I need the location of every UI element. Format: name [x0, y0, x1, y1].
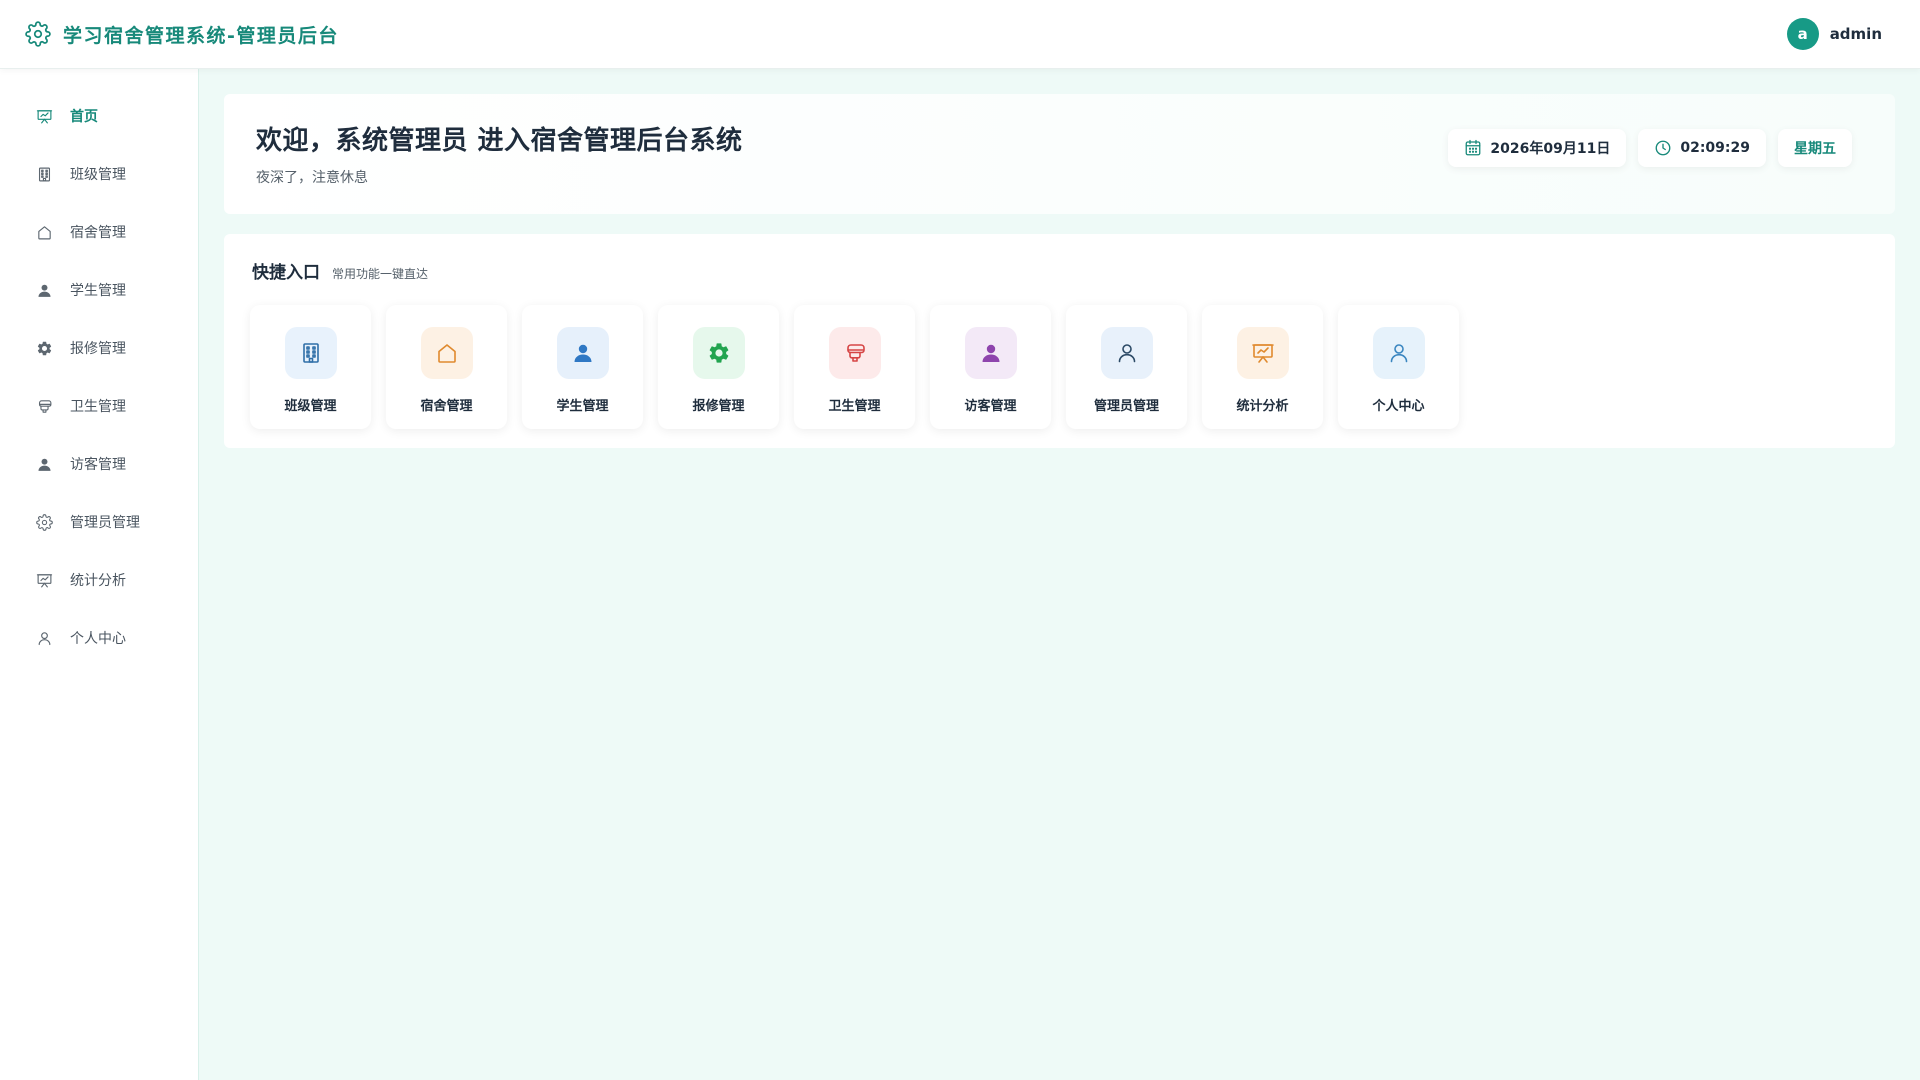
calendar-icon [1464, 139, 1482, 157]
quick-tile[interactable]: 报修管理 [658, 305, 779, 429]
quick-tile[interactable]: 个人中心 [1338, 305, 1459, 429]
quick-tile-label: 学生管理 [556, 399, 609, 414]
sidebar-item-label: 宿舍管理 [70, 225, 126, 241]
time-text: 02:09:29 [1680, 140, 1750, 156]
user-menu[interactable]: a admin [1786, 18, 1895, 50]
user-outline-icon [34, 628, 54, 648]
weekday-chip: 星期五 [1778, 129, 1852, 167]
sidebar-item-label: 首页 [70, 109, 98, 125]
sidebar-item[interactable]: 报修管理 [0, 319, 198, 377]
clock-icon [1654, 139, 1672, 157]
quick-tile[interactable]: 统计分析 [1202, 305, 1323, 429]
app-title: 学习宿舍管理系统-管理员后台 [63, 24, 339, 47]
sidebar-item-label: 统计分析 [70, 573, 126, 589]
user-solid-icon [556, 327, 609, 379]
quick-tile-label: 宿舍管理 [420, 399, 473, 414]
quick-tile[interactable]: 宿舍管理 [386, 305, 507, 429]
sidebar-item-label: 个人中心 [70, 631, 126, 647]
user-solid-icon [34, 280, 54, 300]
building-icon [284, 327, 337, 379]
sidebar-item-label: 学生管理 [70, 283, 126, 299]
presentation-chart-icon [34, 570, 54, 590]
welcome-heading: 欢迎，系统管理员 进入宿舍管理后台系统 [256, 126, 743, 156]
brand[interactable]: 学习宿舍管理系统-管理员后台 [25, 21, 339, 48]
sidebar-item[interactable]: 统计分析 [0, 551, 198, 609]
quick-tile-label: 管理员管理 [1093, 399, 1159, 414]
presentation-chart-icon [34, 106, 54, 126]
toilet-paper-icon [34, 396, 54, 416]
sidebar-item-label: 访客管理 [70, 457, 126, 473]
toilet-paper-icon [828, 327, 881, 379]
sidebar-item[interactable]: 班级管理 [0, 145, 198, 203]
welcome-subtitle: 夜深了，注意休息 [256, 170, 368, 186]
user-solid-icon [34, 454, 54, 474]
user-outline-icon [1100, 327, 1153, 379]
quick-tile[interactable]: 卫生管理 [794, 305, 915, 429]
quick-tile-label: 报修管理 [692, 399, 745, 414]
welcome-card: 欢迎，系统管理员 进入宿舍管理后台系统 夜深了，注意休息 2026年09月11日 [224, 94, 1895, 214]
building-icon [34, 164, 54, 184]
datetime-chips: 2026年09月11日 02:09:29 星期五 [1448, 129, 1852, 167]
quick-tile-label: 统计分析 [1236, 399, 1289, 414]
quick-tile[interactable]: 班级管理 [250, 305, 371, 429]
quick-tile-label: 个人中心 [1372, 399, 1425, 414]
quick-access-subtitle: 常用功能一键直达 [332, 267, 429, 281]
house-icon [420, 327, 473, 379]
quick-access-title: 快捷入口 [252, 263, 320, 283]
quick-tile-label: 卫生管理 [828, 399, 881, 414]
quick-tile[interactable]: 管理员管理 [1066, 305, 1187, 429]
house-icon [34, 222, 54, 242]
sidebar-item[interactable]: 管理员管理 [0, 493, 198, 551]
sidebar-item-label: 管理员管理 [70, 515, 140, 531]
sidebar-item-label: 报修管理 [70, 341, 126, 357]
gear-icon [25, 21, 51, 47]
username[interactable]: admin [1830, 25, 1882, 43]
user-solid-icon [964, 327, 1017, 379]
weekday-text: 星期五 [1794, 141, 1836, 157]
top-header: 学习宿舍管理系统-管理员后台 a admin [0, 0, 1920, 69]
sidebar-item-label: 班级管理 [70, 167, 126, 183]
sidebar-item-label: 卫生管理 [70, 399, 126, 415]
sidebar-item[interactable]: 宿舍管理 [0, 203, 198, 261]
gear-solid-icon [34, 338, 54, 358]
gear-outline-icon [34, 512, 54, 532]
quick-tile-label: 访客管理 [964, 399, 1017, 414]
sidebar-item[interactable]: 卫生管理 [0, 377, 198, 435]
quick-tile[interactable]: 学生管理 [522, 305, 643, 429]
quick-access-header: 快捷入口 常用功能一键直达 [252, 258, 1867, 283]
quick-access-tiles: 班级管理 宿舍管理 学生管理 报修管理 卫生管理 访客管理 管理员管理 统计分析 … [250, 305, 1867, 429]
date-text: 2026年09月11日 [1490, 141, 1611, 157]
gear-solid-icon [692, 327, 745, 379]
quick-tile-label: 班级管理 [284, 399, 337, 414]
user-outline-icon [1372, 327, 1425, 379]
time-chip: 02:09:29 [1638, 129, 1766, 167]
quick-access-card: 快捷入口 常用功能一键直达 班级管理 宿舍管理 学生管理 报修管理 卫生管理 访客… [224, 234, 1895, 448]
avatar[interactable]: a [1786, 18, 1819, 50]
sidebar-item[interactable]: 首页 [0, 87, 198, 145]
sidebar-item[interactable]: 学生管理 [0, 261, 198, 319]
presentation-chart-icon [1236, 327, 1289, 379]
quick-tile[interactable]: 访客管理 [930, 305, 1051, 429]
date-chip: 2026年09月11日 [1448, 129, 1627, 167]
sidebar-item[interactable]: 访客管理 [0, 435, 198, 493]
sidebar-item[interactable]: 个人中心 [0, 609, 198, 667]
sidebar: 首页 班级管理 宿舍管理 学生管理报修管理 卫生管理 访客管理 管理员管理 统计… [0, 69, 199, 1080]
